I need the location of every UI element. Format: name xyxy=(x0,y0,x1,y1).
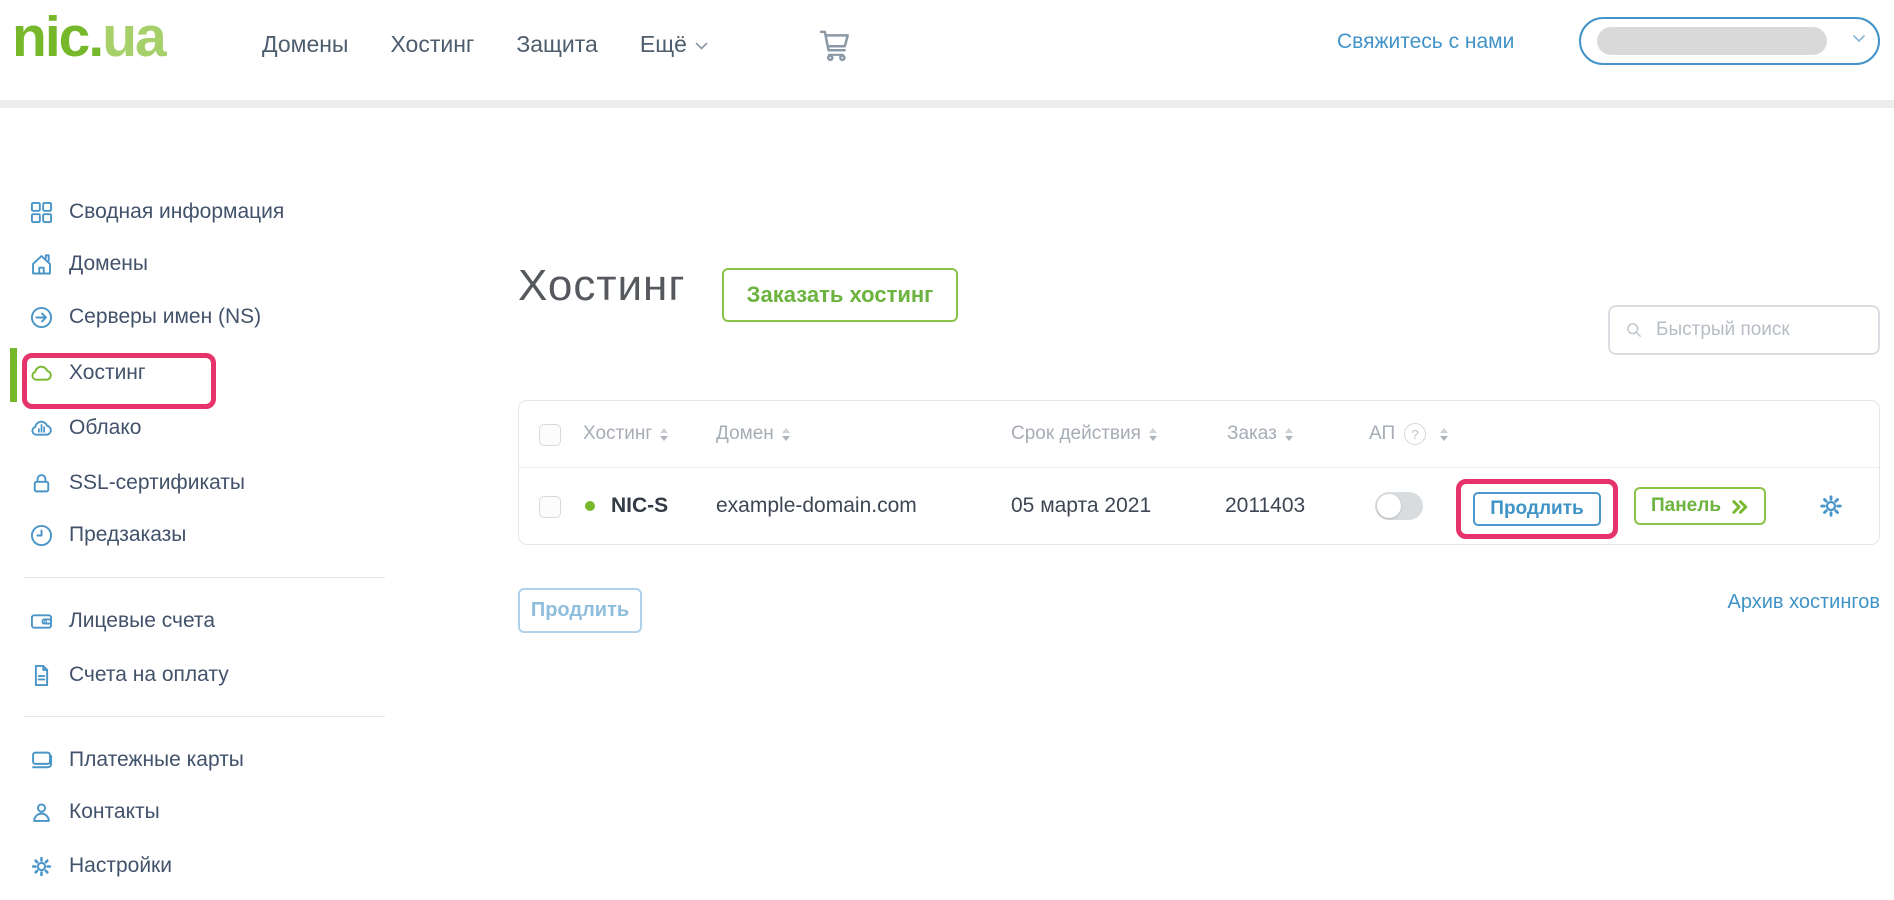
panel-button-label: Панель xyxy=(1650,495,1722,516)
double-chevron-right-icon xyxy=(1731,499,1749,515)
row-checkbox[interactable] xyxy=(539,496,561,518)
column-header-label: Домен xyxy=(716,423,774,444)
page: nic.ua Домены Хостинг Защита Ещё Свяжите… xyxy=(0,0,1894,900)
nav-item-label: Защита xyxy=(516,30,598,57)
help-icon[interactable]: ? xyxy=(1404,423,1427,445)
table-row: NIC-S example-domain.com 05 марта 2021 2… xyxy=(519,467,1879,545)
search-input[interactable] xyxy=(1654,318,1858,342)
row-settings-gear-icon[interactable] xyxy=(1816,491,1846,521)
top-bar: nic.ua Домены Хостинг Защита Ещё Свяжите… xyxy=(0,0,1894,100)
header-divider-strip xyxy=(0,100,1894,108)
column-header-term[interactable]: Срок действия xyxy=(1011,401,1157,467)
renew-button[interactable]: Продлить xyxy=(1473,492,1601,526)
sort-icon[interactable] xyxy=(1440,427,1449,441)
domain-name: example-domain.com xyxy=(716,494,917,517)
brand-logo[interactable]: nic.ua xyxy=(12,5,167,69)
table-header: Хостинг Домен Срок действия Заказ АП ? xyxy=(519,401,1879,468)
main-content: Хостинг Заказать хостинг Хостинг Домен С… xyxy=(0,108,1894,900)
nav-item-hosting[interactable]: Хостинг xyxy=(390,31,474,58)
cart-icon[interactable] xyxy=(814,24,856,66)
account-pill[interactable] xyxy=(1579,17,1880,65)
brand-logo-part2: ua xyxy=(102,5,167,69)
sort-icon[interactable] xyxy=(660,427,669,441)
contact-link[interactable]: Свяжитесь с нами xyxy=(1337,0,1514,84)
archive-link[interactable]: Архив хостингов xyxy=(1728,591,1880,614)
nav-item-label: Домены xyxy=(262,30,349,57)
renew-selected-button[interactable]: Продлить xyxy=(518,588,642,633)
chevron-down-icon xyxy=(695,42,708,51)
nav-item-label: Хостинг xyxy=(390,30,475,57)
column-header-label: АП xyxy=(1369,423,1396,444)
nav-item-label: Ещё xyxy=(639,30,687,57)
main-nav: Домены Хостинг Защита Ещё xyxy=(262,0,708,88)
sort-icon[interactable] xyxy=(1284,427,1293,441)
sort-icon[interactable] xyxy=(1148,427,1157,441)
column-header-label: Заказ xyxy=(1227,423,1277,444)
chevron-down-icon xyxy=(1852,34,1866,44)
column-header-label: Хостинг xyxy=(583,423,653,444)
nav-item-protection[interactable]: Защита xyxy=(516,31,598,58)
hosting-name: NIC-S xyxy=(611,494,669,517)
nav-item-domains[interactable]: Домены xyxy=(262,31,348,58)
column-header-autorenew[interactable]: АП ? xyxy=(1369,401,1449,467)
column-header-order[interactable]: Заказ xyxy=(1227,401,1293,467)
expiry-date: 05 марта 2021 xyxy=(1011,494,1152,517)
nav-item-more[interactable]: Ещё xyxy=(640,31,708,58)
page-title: Хостинг xyxy=(518,261,686,310)
column-header-domain[interactable]: Домен xyxy=(716,401,790,467)
quick-search xyxy=(1608,305,1880,355)
select-all-checkbox[interactable] xyxy=(539,424,561,446)
status-dot xyxy=(585,501,595,511)
column-header-label: Срок действия xyxy=(1011,423,1141,444)
brand-logo-part1: nic. xyxy=(12,5,104,69)
hosting-table: Хостинг Домен Срок действия Заказ АП ? N… xyxy=(518,400,1880,545)
order-hosting-button[interactable]: Заказать хостинг xyxy=(722,268,958,322)
panel-button[interactable]: Панель xyxy=(1634,487,1766,525)
order-number: 2011403 xyxy=(1225,494,1306,517)
column-header-hosting[interactable]: Хостинг xyxy=(583,401,669,467)
search-icon xyxy=(1627,323,1641,337)
account-name-placeholder xyxy=(1597,27,1827,55)
autorenew-toggle[interactable] xyxy=(1375,492,1423,520)
highlight-annotation-renew: Продлить xyxy=(1456,479,1618,539)
sort-icon[interactable] xyxy=(781,427,790,441)
